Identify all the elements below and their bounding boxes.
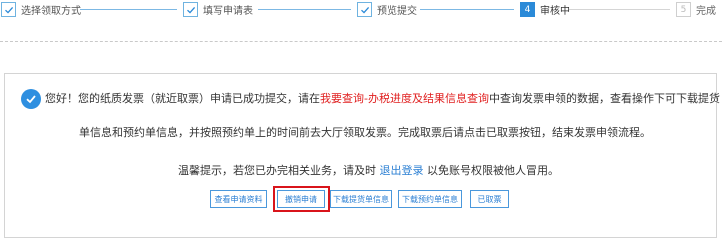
step-fill-form: 填写申请表 [183,1,253,18]
message-line-1: 您好！您的纸质发票（就近取票）申请已成功提交，请在我要查询-办税进度及结果信息查… [45,90,720,108]
message-text: 中查询发票申领的数据，查看操作下可下载提货 [488,92,720,105]
step-under-review: 4 审核中 [520,1,570,18]
reminder-text: 温馨提示，若您已办完相关业务，请及时 [178,164,380,177]
view-application-button[interactable]: 查看申请资料 [210,190,267,208]
download-pickup-button[interactable]: 下载提货单信息 [330,190,392,208]
picked-up-button[interactable]: 已取票 [470,190,509,208]
message-line-2: 单信息和预约单信息，并按照预约单上的时间前去大厅领取发票。完成取票后请点击已取票… [79,126,651,139]
step-number: 5 [676,2,691,17]
revoke-application-button[interactable]: 撤销申请 [277,190,325,208]
step-preview-submit: 预览提交 [357,1,417,18]
step-label: 预览提交 [377,6,417,17]
logout-link[interactable]: 退出登录 [380,164,424,177]
step-complete: 5 完成 [676,1,716,18]
download-reservation-button[interactable]: 下载预约单信息 [398,190,462,208]
step-label: 选择领取方式 [21,6,81,17]
reminder-line: 温馨提示，若您已办完相关业务，请及时 退出登录 以免账号权限被他人冒用。 [178,162,559,180]
step-connector [80,9,177,10]
step-label: 完成 [696,6,716,17]
check-icon [1,2,16,17]
step-number: 4 [520,2,535,17]
check-icon [357,2,372,17]
status-panel: 您好！您的纸质发票（就近取票）申请已成功提交，请在我要查询-办税进度及结果信息查… [4,73,720,238]
reminder-text: 以免账号权限被他人冒用。 [423,164,559,177]
check-icon [183,2,198,17]
progress-stepper: 选择领取方式 填写申请表 预览提交 4 审核中 5 完成 [0,0,722,22]
message-text: 您好！您的纸质发票（就近取票）申请已成功提交，请在 [45,92,320,105]
dashed-divider [0,41,722,42]
success-check-icon [21,89,41,109]
step-connector [258,9,351,10]
step-select-method: 选择领取方式 [1,1,81,18]
query-progress-link[interactable]: 我要查询-办税进度及结果信息查询 [320,92,489,105]
step-label: 审核中 [540,6,570,17]
step-label: 填写申请表 [203,6,253,17]
step-connector [569,9,670,10]
step-connector [420,9,514,10]
